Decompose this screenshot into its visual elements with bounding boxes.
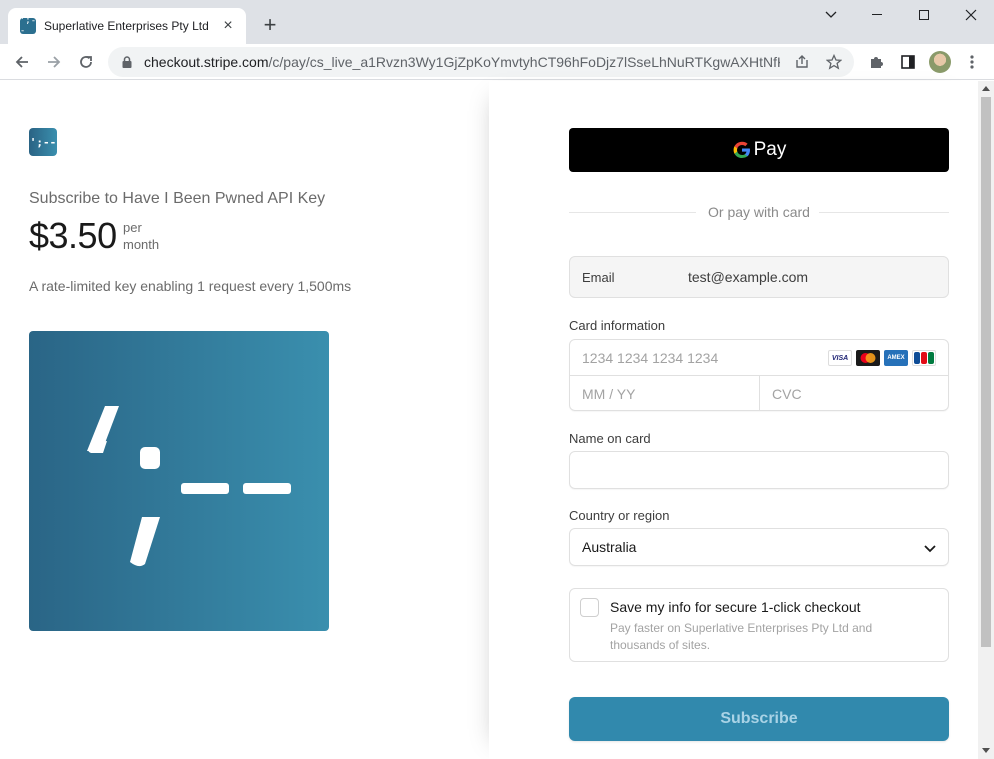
amex-icon: AMEX	[884, 350, 908, 366]
card-brand-icons: VISA AMEX	[824, 350, 936, 366]
card-information-label: Card information	[569, 318, 666, 333]
product-logo-glyph	[87, 406, 291, 567]
browser-tab[interactable]: ';-- Superlative Enterprises Pty Ltd ×	[8, 8, 246, 44]
url-host: checkout.stripe.com	[144, 54, 269, 70]
browser-toolbar: checkout.stripe.com/c/pay/cs_live_a1Rvzn…	[0, 44, 994, 80]
side-panel-icon[interactable]	[896, 50, 920, 74]
browser-menu-icon[interactable]	[960, 50, 984, 74]
tab-search-icon[interactable]	[808, 4, 854, 26]
expiry-placeholder: MM / YY	[582, 385, 636, 402]
back-icon[interactable]	[10, 50, 34, 74]
card-information-group: 1234 1234 1234 1234 VISA AMEX MM / YY CV…	[569, 339, 949, 411]
card-expiry-input[interactable]: MM / YY	[570, 376, 760, 411]
product-summary-panel: ';-- Subscribe to Have I Been Pwned API …	[0, 81, 489, 759]
new-tab-icon[interactable]: +	[258, 14, 282, 38]
product-name: Subscribe to Have I Been Pwned API Key	[29, 190, 326, 207]
visa-icon: VISA	[828, 350, 852, 366]
email-field[interactable]: Email test@example.com	[569, 256, 949, 298]
google-pay-label: Pay	[753, 139, 787, 160]
name-on-card-label: Name on card	[569, 431, 651, 446]
billing-interval-period: month	[123, 237, 160, 252]
or-pay-with-card-divider: Or pay with card	[569, 204, 949, 220]
checkout-page: ';-- Subscribe to Have I Been Pwned API …	[0, 81, 994, 759]
country-value: Australia	[582, 539, 637, 555]
extensions-puzzle-icon[interactable]	[864, 50, 888, 74]
product-price: $3.50	[29, 215, 117, 256]
country-label: Country or region	[569, 508, 670, 523]
card-number-input[interactable]: 1234 1234 1234 1234 VISA AMEX	[570, 340, 948, 376]
product-image	[29, 331, 329, 631]
country-select[interactable]: Australia	[569, 528, 949, 566]
subscribe-button[interactable]: Subscribe	[569, 697, 949, 741]
google-pay-button[interactable]: Pay	[569, 128, 949, 172]
name-on-card-input[interactable]	[569, 451, 949, 489]
lock-icon	[122, 56, 132, 68]
address-bar[interactable]: checkout.stripe.com/c/pay/cs_live_a1Rvzn…	[108, 47, 854, 77]
close-tab-icon[interactable]: ×	[220, 18, 236, 34]
scroll-down-arrow-icon[interactable]	[982, 748, 990, 753]
maximize-window-icon[interactable]	[901, 4, 947, 26]
url-path: /c/pay/cs_live_a1Rvzn3Wy1GjZpKoYmvtyhCT9…	[268, 54, 781, 70]
email-label: Email	[582, 269, 615, 285]
tab-title: Superlative Enterprises Pty Ltd	[44, 19, 209, 33]
scrollbar-thumb[interactable]	[981, 97, 991, 647]
chevron-down-icon	[924, 545, 936, 553]
billing-interval: per month	[123, 219, 159, 253]
product-description: A rate-limited key enabling 1 request ev…	[29, 278, 352, 294]
cvc-placeholder: CVC	[772, 385, 802, 402]
save-info-checkbox[interactable]	[580, 598, 599, 617]
save-info-option: Save my info for secure 1-click checkout…	[569, 588, 949, 662]
card-number-placeholder: 1234 1234 1234 1234	[582, 349, 719, 366]
site-favicon: ';--	[19, 16, 37, 36]
email-value: test@example.com	[688, 269, 809, 285]
mastercard-icon	[856, 350, 880, 366]
jcb-icon	[912, 350, 936, 366]
minimize-window-icon[interactable]	[854, 4, 900, 26]
profile-avatar[interactable]	[928, 50, 952, 74]
save-info-title: Save my info for secure 1-click checkout	[610, 599, 861, 615]
forward-icon[interactable]	[42, 50, 66, 74]
url-text: checkout.stripe.com/c/pay/cs_live_a1Rvzn…	[144, 54, 780, 70]
close-window-icon[interactable]	[948, 4, 994, 26]
scroll-up-arrow-icon[interactable]	[982, 86, 990, 91]
browser-tab-strip: ';-- Superlative Enterprises Pty Ltd × +	[0, 0, 994, 44]
reload-icon[interactable]	[74, 50, 98, 74]
card-cvc-input[interactable]: CVC	[760, 376, 948, 411]
page-scrollbar[interactable]	[978, 81, 994, 759]
billing-interval-per: per	[123, 220, 142, 235]
save-info-subtitle: Pay faster on Superlative Enterprises Pt…	[610, 621, 873, 652]
share-icon[interactable]	[792, 52, 812, 72]
payment-panel: Pay Or pay with card Email test@example.…	[489, 81, 978, 759]
merchant-logo: ';--	[29, 128, 57, 156]
google-g-icon	[733, 141, 750, 158]
bookmark-star-icon[interactable]	[824, 52, 844, 72]
